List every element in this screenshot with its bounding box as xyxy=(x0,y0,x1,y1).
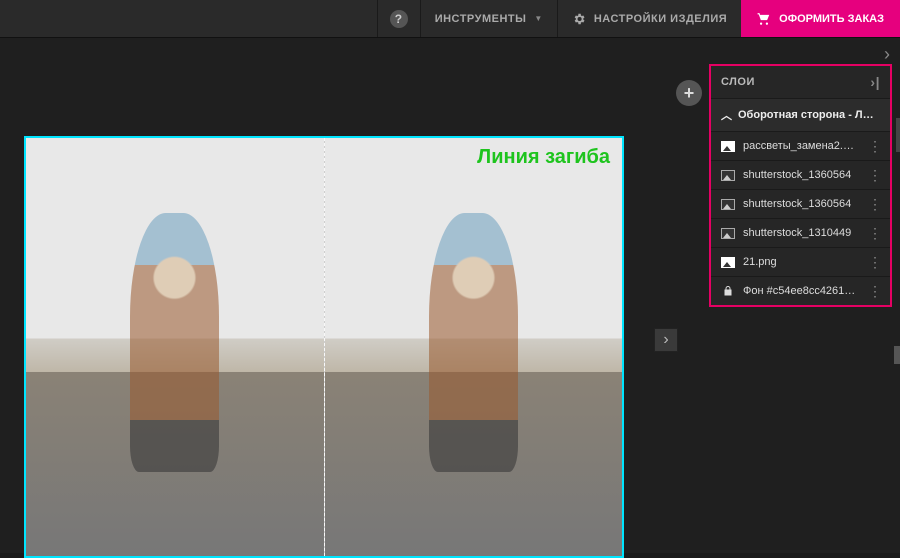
layer-name: Фон #c54ee8cc426145fbad… xyxy=(743,285,860,297)
layer-list: рассветы_замена2.png⋮shutterstock_136056… xyxy=(711,131,890,305)
layer-item[interactable]: рассветы_замена2.png ⋮ xyxy=(711,131,890,160)
tools-label: ИНСТРУМЕНТЫ xyxy=(435,13,527,25)
layer-item[interactable]: shutterstock_1360564 ⋮ xyxy=(711,160,890,189)
photo-placeholder xyxy=(325,138,623,556)
panel-collapse-right[interactable]: › xyxy=(884,44,890,65)
tools-menu[interactable]: ИНСТРУМЕНТЫ ▼ xyxy=(420,0,557,37)
settings-label: НАСТРОЙКИ ИЗДЕЛИЯ xyxy=(594,13,727,25)
gear-icon xyxy=(572,12,586,26)
chevron-up-icon: ︿ xyxy=(721,107,732,123)
image-dark-icon xyxy=(721,226,735,240)
front-cover-page[interactable]: Линия загиба xyxy=(325,138,623,556)
layer-name: shutterstock_1310449 xyxy=(743,227,860,239)
product-settings-button[interactable]: НАСТРОЙКИ ИЗДЕЛИЯ xyxy=(557,0,741,37)
group-label: Оборотная сторона - Лицевая… xyxy=(738,109,880,121)
fold-label: Линия загиба xyxy=(477,146,610,169)
layers-panel: СЛОИ ›| ︿ Оборотная сторона - Лицевая… р… xyxy=(709,64,892,307)
expand-side-button[interactable]: › xyxy=(654,328,678,352)
image-dark-icon xyxy=(721,197,735,211)
top-toolbar: ? ИНСТРУМЕНТЫ ▼ НАСТРОЙКИ ИЗДЕЛИЯ ОФОРМИ… xyxy=(0,0,900,38)
layers-group-toggle[interactable]: ︿ Оборотная сторона - Лицевая… xyxy=(711,98,890,131)
side-handle[interactable] xyxy=(894,346,900,364)
layer-more-icon[interactable]: ⋮ xyxy=(868,226,882,240)
layer-more-icon[interactable]: ⋮ xyxy=(868,197,882,211)
layer-more-icon[interactable]: ⋮ xyxy=(868,168,882,182)
layer-item[interactable]: 21.png ⋮ xyxy=(711,247,890,276)
image-white-icon xyxy=(721,255,735,269)
place-order-button[interactable]: ОФОРМИТЬ ЗАКАЗ xyxy=(741,0,900,37)
collapse-panel-icon[interactable]: ›| xyxy=(870,74,880,90)
layer-item[interactable]: shutterstock_1360564 ⋮ xyxy=(711,189,890,218)
layer-more-icon[interactable]: ⋮ xyxy=(868,255,882,269)
image-white-icon xyxy=(721,139,735,153)
back-cover-page[interactable] xyxy=(26,138,324,556)
layer-more-icon[interactable]: ⋮ xyxy=(868,284,882,298)
image-dark-icon xyxy=(721,168,735,182)
help-button[interactable]: ? xyxy=(377,0,420,37)
order-label: ОФОРМИТЬ ЗАКАЗ xyxy=(779,13,884,25)
layer-name: shutterstock_1360564 xyxy=(743,198,860,210)
chevron-down-icon: ▼ xyxy=(534,14,542,23)
layer-item[interactable]: Фон #c54ee8cc426145fbad… ⋮ xyxy=(711,276,890,305)
layers-title: СЛОИ xyxy=(721,76,755,88)
photo-placeholder xyxy=(26,138,324,556)
layer-name: рассветы_замена2.png xyxy=(743,140,860,152)
help-icon: ? xyxy=(390,10,408,28)
lock-icon xyxy=(721,284,735,298)
layers-header: СЛОИ ›| xyxy=(711,66,890,98)
cart-icon xyxy=(757,12,771,26)
editor-area: › + Корешок Линия загиба › СЛОИ ›| ︿ Обо… xyxy=(0,38,900,553)
side-handle-upper[interactable] xyxy=(896,118,900,152)
layer-more-icon[interactable]: ⋮ xyxy=(868,139,882,153)
layer-item[interactable]: shutterstock_1310449 ⋮ xyxy=(711,218,890,247)
layer-name: 21.png xyxy=(743,256,860,268)
canvas-container: Корешок Линия загиба xyxy=(24,136,624,558)
spread-canvas[interactable]: Линия загиба xyxy=(24,136,624,558)
layer-name: shutterstock_1360564 xyxy=(743,169,860,181)
add-button[interactable]: + xyxy=(676,80,702,106)
